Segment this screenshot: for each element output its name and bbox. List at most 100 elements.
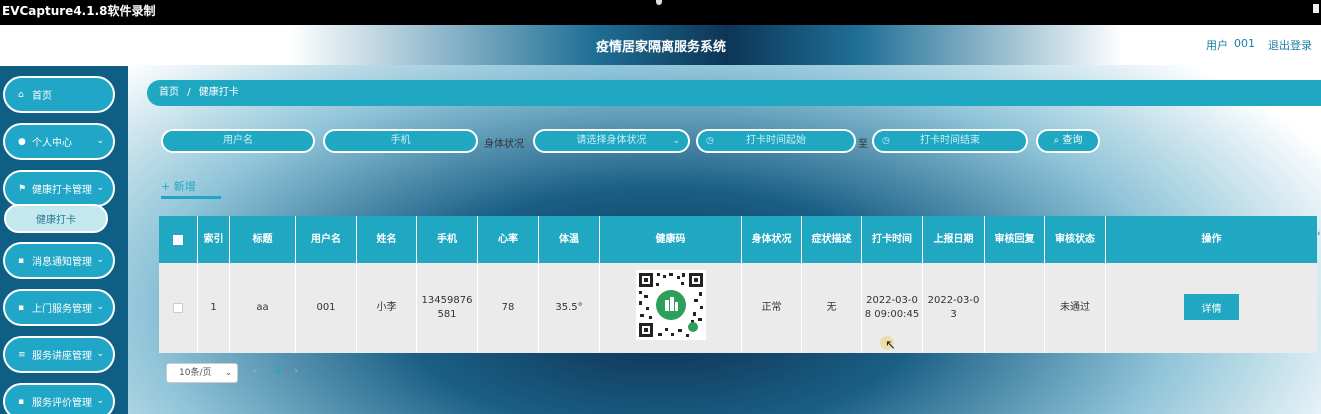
add-button[interactable]: + 新增 [161,178,196,194]
logout-link[interactable]: 退出登录 [1268,37,1312,53]
page-size-select[interactable]: 10条/页 ⌄ [166,363,238,383]
next-page-icon[interactable]: › [294,364,298,377]
status-select[interactable]: 请选择身体状况 ⌄ [533,129,690,153]
sidebar-item-label: 服务讲座管理 [32,351,92,362]
page-size-value: 10条/页 [179,368,212,378]
recorder-title: EVCapture4.1.8软件录制 [2,4,156,18]
breadcrumb-separator: / [187,87,191,98]
chevron-down-icon: ⌄ [672,136,680,146]
scroll-arrow-icon[interactable]: ‹ [1317,229,1321,239]
sidebar-item-health-checkin[interactable]: ⚑ 健康打卡管理 ⌄ [3,170,115,207]
sidebar-item-home-service[interactable]: ▪ 上门服务管理 ⌄ [3,289,115,326]
search-icon: ⌕ [1053,135,1060,146]
chevron-down-icon: ⌄ [225,368,232,377]
table-header: 索引 标题 用户名 姓名 手机 心率 体温 健康码 身体状况 症状描述 打卡时间… [159,216,1317,263]
search-button[interactable]: ⌕ 查询 [1036,129,1100,153]
cell-name: 小李 [357,263,417,353]
col-username: 用户名 [296,216,357,263]
clock-icon: ◷ [706,136,714,146]
username-input[interactable]: 用户名 [161,129,315,153]
main-content: 首页 / 健康打卡 用户名 手机 身体状况 请选择身体状况 ⌄ ◷ 打卡时间起始… [128,66,1321,414]
cell-symptom: 无 [802,263,862,353]
sidebar-item-label: 首页 [32,91,52,102]
select-all-cell [159,216,198,263]
sidebar-item-home[interactable]: ⌂ 首页 [3,76,115,113]
col-review-status: 审核状态 [1045,216,1106,263]
search-button-label: 查询 [1062,135,1083,146]
col-actions: 操作 [1201,233,1222,245]
col-review-reply: 审核回复 [985,216,1045,263]
cell-heart-rate: 78 [478,263,539,353]
status-label: 身体状况 [484,139,524,150]
col-title: 标题 [230,216,296,263]
breadcrumb-home[interactable]: 首页 [159,87,179,98]
sidebar-item-label: 服务评价管理 [32,398,92,409]
time-start-placeholder: 打卡时间起始 [746,135,806,146]
clock-icon: ◷ [882,136,890,146]
col-phone: 手机 [417,216,478,263]
sidebar-item-label: 个人中心 [32,138,72,149]
col-heart-rate: 心率 [478,216,539,263]
col-health-code: 健康码 [600,216,742,263]
grid-icon: ▪ [18,255,25,266]
col-index: 索引 [198,216,230,263]
grid-icon: ▪ [18,396,25,407]
page-number[interactable]: 1 [274,365,281,376]
row-checkbox[interactable] [173,303,183,313]
chevron-down-icon: ⌄ [96,255,104,265]
sidebar-subitem-health-checkin[interactable]: 健康打卡 [4,204,108,233]
sidebar-item-label: 上门服务管理 [32,304,92,315]
flag-icon: ⚑ [18,183,27,194]
system-title: 疫情居家隔离服务系统 [596,40,727,55]
row-select-cell [159,263,198,353]
status-select-placeholder: 请选择身体状况 [576,135,647,146]
time-start-input[interactable]: ◷ 打卡时间起始 [696,129,856,153]
cell-username: 001 [296,263,357,353]
col-report-date: 上报日期 [923,216,985,263]
detail-button-label: 详情 [1201,303,1222,315]
chevron-down-icon: ⌄ [96,349,104,359]
chevron-down-icon: ⌄ [96,183,104,193]
select-all-checkbox[interactable] [173,234,183,245]
sidebar-item-lectures[interactable]: ≡ 服务讲座管理 ⌄ [3,336,115,373]
phone-input[interactable]: 手机 [323,129,478,153]
sidebar-item-personal-center[interactable]: ● 个人中心 ⌄ [3,123,115,160]
cell-review-reply [985,263,1045,353]
prev-page-icon[interactable]: ‹ [253,364,257,377]
chevron-down-icon: ⌄ [96,396,104,406]
table-row: 1 aa 001 小李 13459876581 78 35.5° 正常 无 20… [159,263,1317,353]
sidebar-item-evaluations[interactable]: ▪ 服务评价管理 ⌄ [3,383,115,414]
chevron-down-icon: ⌄ [96,136,104,146]
recorder-marker-icon [1313,4,1319,13]
breadcrumb: 首页 / 健康打卡 [147,80,1321,106]
col-name: 姓名 [357,216,417,263]
user-name: 001 [1234,37,1255,50]
grid-icon: ▪ [18,302,25,313]
breadcrumb-current: 健康打卡 [198,87,239,98]
sidebar-item-notifications[interactable]: ▪ 消息通知管理 ⌄ [3,242,115,279]
chevron-down-icon: ⌄ [96,302,104,312]
range-to-label: 至 [858,139,868,150]
cell-temperature: 35.5° [539,263,600,353]
col-checkin-time: 打卡时间 [862,216,923,263]
time-end-placeholder: 打卡时间结束 [920,135,980,146]
cell-report-date: 2022-03-03 [923,263,985,353]
col-temperature: 体温 [539,216,600,263]
user-label: 用户 [1206,39,1228,52]
sidebar: ⌂ 首页 ● 个人中心 ⌄ ⚑ 健康打卡管理 ⌄ 健康打卡 ▪ 消息通知管理 ⌄… [0,66,128,414]
add-tab-underline [161,196,221,199]
sidebar-item-label: 健康打卡管理 [32,185,92,196]
recorder-bar: EVCapture4.1.8软件录制 [0,0,1321,25]
cell-body-status: 正常 [742,263,802,353]
time-end-input[interactable]: ◷ 打卡时间结束 [872,129,1028,153]
health-qr-code [636,270,706,340]
sidebar-item-label: 消息通知管理 [32,257,92,268]
cell-phone: 13459876581 [417,263,478,353]
mouse-cursor-icon: ↖ [885,338,896,353]
top-header: 疫情居家隔离服务系统 用户 001 退出登录 [0,25,1321,65]
menu-icon: ≡ [18,349,26,360]
col-symptom: 症状描述 [802,216,862,263]
qr-code-icon [636,270,706,340]
detail-button[interactable]: 详情 [1184,294,1239,320]
col-body-status: 身体状况 [742,216,802,263]
